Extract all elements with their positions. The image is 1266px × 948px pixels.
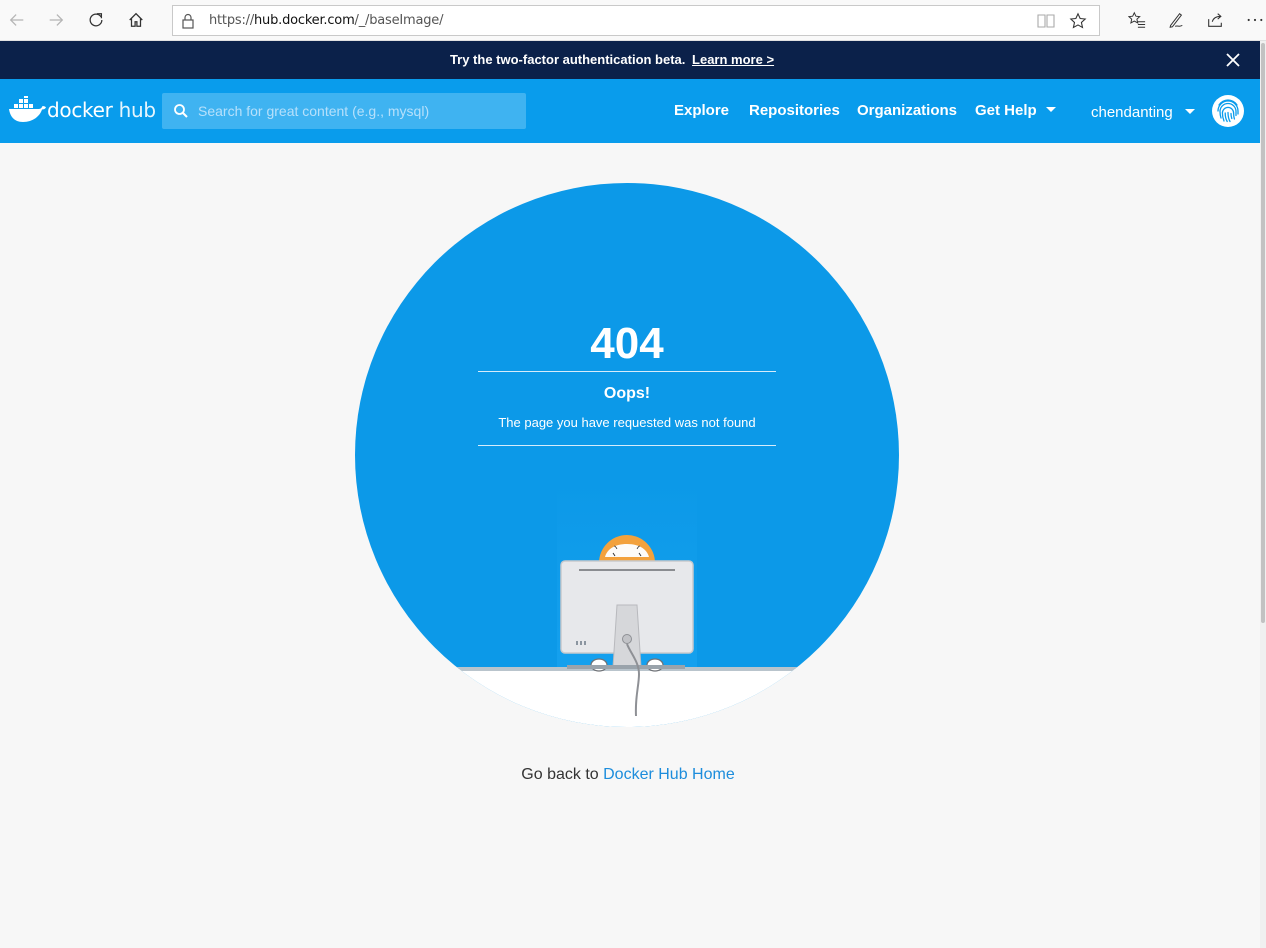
refresh-icon[interactable] [82,6,110,34]
user-menu[interactable]: chendanting [1091,104,1195,121]
divider [478,371,776,372]
go-back-text: Go back to Docker Hub Home [0,766,1256,784]
url-text: https://hub.docker.com/_/baseImage/ [209,13,444,28]
share-icon[interactable] [1204,9,1226,31]
reader-view-icon[interactable] [1037,13,1055,29]
learn-more-link[interactable]: Learn more > [692,52,774,67]
nav-get-help-label: Get Help [975,102,1037,119]
error-message: The page you have requested was not foun… [498,415,756,430]
banner-message: Try the two-factor authentication beta. … [449,52,775,67]
address-bar[interactable]: https://hub.docker.com/_/baseImage/ [172,5,1100,36]
site-header: docker hub Explore Repositories Organiza… [0,79,1260,143]
favorites-list-icon[interactable] [1126,9,1148,31]
go-back-prefix: Go back to [521,766,599,783]
back-icon[interactable] [3,6,31,34]
docker-hub-home-link[interactable]: Docker Hub Home [603,766,735,783]
more-icon[interactable] [1244,9,1266,31]
home-icon[interactable] [122,6,150,34]
search-input[interactable] [198,93,518,129]
page-scrollbar[interactable] [1260,41,1266,948]
error-title: Oops! [603,385,651,402]
forward-icon[interactable] [42,6,70,34]
search-box[interactable] [162,93,526,129]
logo-wordmark: docker hub [47,98,156,122]
docker-whale-logo [9,96,46,122]
nav-repositories[interactable]: Repositories [749,102,840,119]
favorite-star-icon[interactable] [1069,12,1087,30]
computer-user-illustration [355,483,899,727]
close-icon[interactable] [1224,51,1242,69]
chevron-down-icon [1045,107,1056,112]
two-factor-banner: Try the two-factor authentication beta. … [0,41,1266,79]
error-code: 404 [590,319,664,368]
nav-get-help[interactable]: Get Help [975,102,1056,119]
lock-icon [182,13,194,29]
username: chendanting [1091,104,1173,121]
docker-hub-logo[interactable]: docker hub [8,96,156,124]
pen-icon[interactable] [1165,9,1187,31]
divider [478,445,776,446]
browser-toolbar: https://hub.docker.com/_/baseImage/ [0,0,1266,41]
nav-organizations[interactable]: Organizations [857,102,957,119]
error-illustration-circle: 404 Oops! The page you have requested wa… [355,183,899,727]
search-icon [174,104,188,118]
chevron-down-icon [1184,109,1195,114]
fingerprint-avatar-icon[interactable] [1211,94,1245,128]
scrollbar-thumb[interactable] [1261,43,1265,623]
nav-explore[interactable]: Explore [674,102,729,119]
